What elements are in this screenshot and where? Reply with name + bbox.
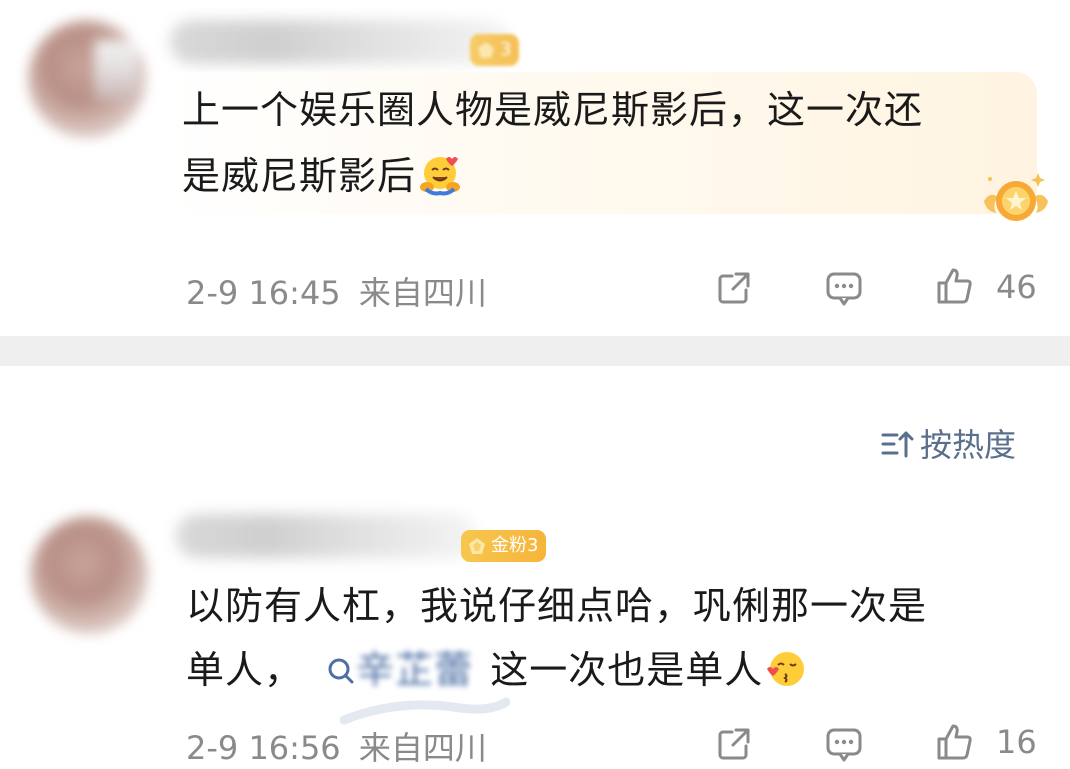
search-icon [328,658,354,684]
comment-time: 2-9 16:45 [186,274,341,312]
comment-feed: 3 上一个娱乐圈人物是威尼斯影后，这一次还 是威尼斯影后 2-9 16:45 来… [0,0,1070,769]
medal-icon [984,173,1048,221]
comment-icon[interactable] [824,268,864,308]
share-icon[interactable] [714,724,754,764]
like-count: 46 [996,268,1037,306]
comment-icon[interactable] [824,724,864,764]
kissing-face-emoji-icon [767,652,805,686]
comment-location: 来自四川 [358,274,487,312]
username-blurred[interactable] [176,514,476,558]
comment-text-line: 上一个娱乐圈人物是威尼斯影后，这一次还 [182,88,924,132]
avatar[interactable] [28,20,146,138]
comment-text-line: 是威尼斯影后 [182,146,462,206]
comment-location: 来自四川 [358,729,487,767]
topic-mention-link[interactable]: 辛芷蕾 [326,648,486,692]
fan-badge[interactable]: 3 [470,34,520,66]
hugging-face-emoji-icon [420,157,461,196]
comment-time: 2-9 16:56 [186,729,341,767]
section-divider [0,336,1070,366]
sort-toggle[interactable]: 按热度 [880,420,1016,466]
comment-meta: 2-9 16:45 来自四川 [186,268,487,314]
like-icon[interactable] [934,266,974,306]
fan-badge[interactable]: 金粉3 [461,530,547,562]
sort-label: 按热度 [920,426,1017,464]
share-icon[interactable] [714,268,754,308]
like-count: 16 [996,723,1037,761]
sort-icon [881,431,914,458]
badge-label: 3 [500,39,512,60]
crown-icon [469,538,485,554]
comment-meta: 2-9 16:56 来自四川 [186,723,487,769]
like-icon[interactable] [934,722,974,762]
username-blurred[interactable] [170,20,510,64]
crown-icon [478,42,494,58]
badge-label: 金粉3 [491,535,539,556]
comment-text-line: 以防有人杠，我说仔细点哈，巩俐那一次是 [186,584,928,628]
avatar[interactable] [30,516,148,634]
